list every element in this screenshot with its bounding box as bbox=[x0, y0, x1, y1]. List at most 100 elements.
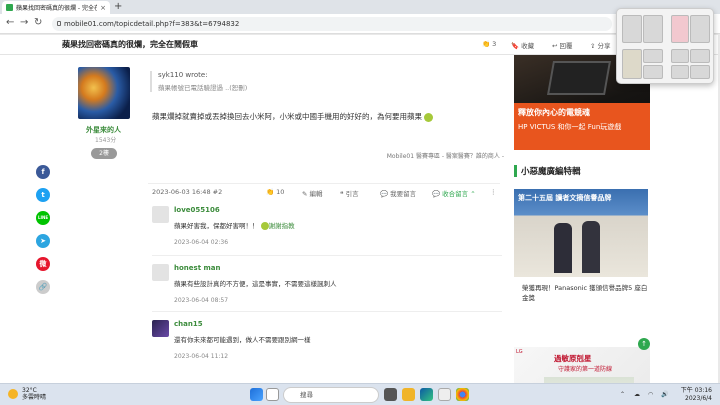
like-count[interactable]: 👏 3 bbox=[482, 40, 496, 48]
comment-item: chan15 還有你未來都可能遇到，做人不需要跟別網一樣 2023-06-04 … bbox=[152, 320, 492, 360]
snap-zone[interactable] bbox=[643, 15, 663, 43]
ad-headline: 釋放你內心的電競魂 bbox=[518, 108, 590, 117]
clock-date: 2023/6/4 bbox=[685, 395, 712, 402]
emoji-icon bbox=[260, 222, 269, 230]
page-title: 蘋果找回密碼真的很爛，完全在鬧假車 bbox=[62, 40, 198, 49]
line-share-icon[interactable]: LINE bbox=[36, 211, 50, 225]
taskbar-search[interactable]: 搜尋 bbox=[283, 387, 379, 403]
commenter-name[interactable]: love055106 bbox=[174, 206, 220, 214]
ad-banner-text: 第二十五屆 讀者文摘信譽品牌 bbox=[518, 194, 612, 202]
quote-button[interactable]: ❝ 引言 bbox=[340, 188, 359, 198]
divider bbox=[152, 255, 502, 256]
comment-text: 蘋果有些設計真的不方便，這是事實，不需要這樣諷刺人 bbox=[174, 280, 337, 288]
post-body: 蘋果爛掉就賣掉或丟掉換回去小米阿，小米或中國手機用的好好的，為何要用蘋果 bbox=[152, 111, 433, 122]
comment-text: 蘋果好害我，保都好害啊！！ 謝謝指教 bbox=[174, 222, 295, 230]
divider bbox=[148, 183, 500, 184]
signature-note[interactable]: Mobile01 醫賽專區 - 醫案醫賽？誰的商人 - bbox=[387, 151, 504, 160]
forward-icon[interactable]: → bbox=[20, 17, 28, 28]
commenter-name[interactable]: chan15 bbox=[174, 320, 203, 328]
snap-zone[interactable] bbox=[690, 49, 710, 63]
lg-logo: LG bbox=[516, 349, 523, 355]
browser-tab[interactable]: 蘋果找回密碼真的很爛 - 完全在 × bbox=[2, 1, 110, 14]
quote-block: syk110 wrote: 蘋果帳號已電話驗證過 ..(恕刪) bbox=[150, 71, 247, 92]
snap-zone[interactable] bbox=[671, 49, 689, 63]
snap-zone[interactable] bbox=[690, 15, 710, 43]
search-icon[interactable] bbox=[266, 388, 279, 401]
store-icon[interactable] bbox=[438, 388, 451, 401]
floor-badge: 2樓 bbox=[91, 148, 117, 159]
url-text: mobile01.com/topicdetail.php?f=383&t=679… bbox=[64, 20, 240, 28]
snap-zone[interactable] bbox=[671, 65, 689, 79]
post-like-button[interactable]: 👏 10 bbox=[266, 188, 284, 196]
author-avatar[interactable] bbox=[78, 67, 130, 119]
address-bar[interactable]: mobile01.com/topicdetail.php?f=383&t=679… bbox=[52, 17, 612, 31]
new-tab-button[interactable]: + bbox=[114, 1, 122, 12]
more-options-icon[interactable]: ⋮ bbox=[490, 188, 497, 196]
page-content: 蘋果找回密碼真的很爛，完全在鬧假車 👏 3 🔖 收藏 ↩ 回覆 ⇪ 分享 外星來… bbox=[0, 35, 718, 383]
wifi-icon[interactable]: ◠ bbox=[648, 391, 653, 398]
snap-zone[interactable] bbox=[622, 15, 642, 43]
chrome-icon[interactable] bbox=[456, 388, 469, 401]
file-explorer-icon[interactable] bbox=[402, 388, 415, 401]
comment-text: 還有你未來都可能遇到，做人不需要跟別網一樣 bbox=[174, 336, 311, 344]
mobile01-favicon-icon bbox=[6, 4, 13, 11]
commenter-avatar[interactable] bbox=[152, 206, 169, 223]
browser-toolbar: ← → ↻ mobile01.com/topicdetail.php?f=383… bbox=[0, 14, 720, 34]
post-body-text: 蘋果爛掉就賣掉或丟掉換回去小米阿，小米或中國手機用的好好的，為何要用蘋果 bbox=[152, 112, 422, 121]
quote-text: 蘋果帳號已電話驗證過 ..(恕刪) bbox=[158, 84, 248, 92]
comment-item: love055106 蘋果好害我，保都好害啊！！ 謝謝指教 2023-06-04… bbox=[152, 206, 492, 246]
lg-ad[interactable]: LG 過敏原剋星 守護家的第一道防線 bbox=[514, 347, 650, 383]
snap-zone[interactable] bbox=[671, 15, 689, 43]
comment-button[interactable]: 💬 我要留言 bbox=[380, 188, 416, 198]
tray-chevron-icon[interactable]: ⌃ bbox=[620, 391, 625, 398]
edit-button[interactable]: ✎ 編輯 bbox=[302, 188, 323, 198]
snap-zone[interactable] bbox=[643, 49, 663, 63]
commenter-avatar[interactable] bbox=[152, 320, 169, 337]
bookmark-button[interactable]: 🔖 收藏 bbox=[511, 40, 534, 50]
collapse-comments-button[interactable]: 💬 收合留言 ⌃ bbox=[432, 188, 476, 198]
commenter-name[interactable]: honest man bbox=[174, 264, 220, 272]
reload-icon[interactable]: ↻ bbox=[34, 17, 42, 28]
onedrive-icon[interactable]: ☁ bbox=[634, 391, 640, 398]
weather-icon bbox=[8, 389, 18, 399]
snap-zone[interactable] bbox=[622, 49, 642, 79]
person-figure bbox=[554, 223, 572, 273]
divider bbox=[152, 311, 502, 312]
facebook-share-icon[interactable]: f bbox=[36, 165, 50, 179]
section-title: 小惡魔廣編特輯 bbox=[514, 165, 581, 177]
share-button[interactable]: ⇪ 分享 bbox=[590, 40, 611, 50]
ad-headline: 過敏原剋星 bbox=[554, 354, 592, 363]
comment-item: honest man 蘋果有些設計真的不方便，這是事實，不需要這樣諷刺人 202… bbox=[152, 264, 492, 304]
back-icon[interactable]: ← bbox=[6, 17, 14, 28]
snap-zone[interactable] bbox=[690, 65, 710, 79]
clock-time: 下午 03:16 bbox=[680, 387, 712, 394]
ad-subline: 守護家的第一道防線 bbox=[558, 366, 613, 373]
ad-subline: HP VICTUS 和你一起 Fun玩遊戲 bbox=[518, 123, 622, 131]
scroll-to-top-icon[interactable]: ↑ bbox=[638, 338, 650, 350]
panasonic-ad-image[interactable]: 第二十五屆 讀者文摘信譽品牌 bbox=[514, 189, 648, 277]
reply-button[interactable]: ↩ 回覆 bbox=[552, 40, 573, 50]
taskbar: 32°C 多雲時晴 搜尋 ⌃ ☁ ◠ 🔊 下午 03:16 2023/6/4 bbox=[0, 383, 720, 405]
comment-time: 2023-06-04 02:36 bbox=[174, 239, 229, 246]
author-name[interactable]: 外星來的人 bbox=[86, 125, 121, 135]
emoji-icon bbox=[424, 112, 433, 122]
commenter-avatar[interactable] bbox=[152, 264, 169, 281]
weather-temp: 32°C bbox=[22, 387, 37, 394]
topic-header: 蘋果找回密碼真的很爛，完全在鬧假車 👏 3 🔖 收藏 ↩ 回覆 ⇪ 分享 bbox=[0, 35, 718, 55]
link-share-icon[interactable]: 🔗 bbox=[36, 280, 50, 294]
author-points: 1543分 bbox=[95, 137, 117, 144]
weibo-share-icon[interactable]: 微 bbox=[36, 257, 50, 271]
twitter-share-icon[interactable]: t bbox=[36, 188, 50, 202]
start-icon[interactable] bbox=[250, 388, 263, 401]
system-clock[interactable]: 下午 03:16 2023/6/4 bbox=[678, 387, 712, 403]
ad-caption[interactable]: 榮獲再現！Panasonic 獲頒信譽品牌5 座白金獎 bbox=[522, 283, 650, 303]
weather-desc: 多雲時晴 bbox=[22, 394, 47, 401]
snap-zone[interactable] bbox=[643, 65, 663, 79]
task-view-icon[interactable] bbox=[384, 388, 397, 401]
comment-time: 2023-06-04 11:12 bbox=[174, 353, 229, 360]
tab-close-icon[interactable]: × bbox=[100, 4, 106, 12]
volume-icon[interactable]: 🔊 bbox=[661, 391, 668, 398]
quote-author: syk110 wrote: bbox=[158, 71, 208, 79]
telegram-share-icon[interactable]: ➤ bbox=[36, 234, 50, 248]
edge-icon[interactable] bbox=[420, 388, 433, 401]
